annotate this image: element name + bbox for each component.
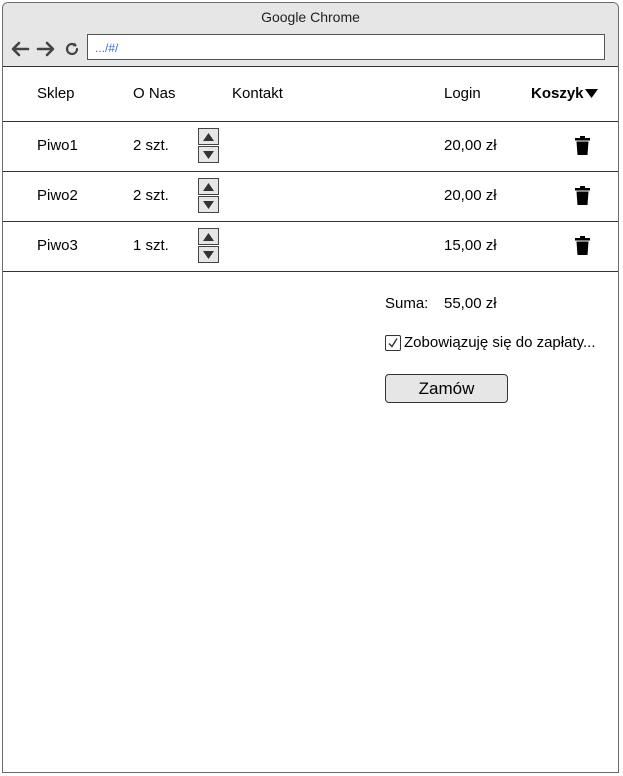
- agree-checkbox[interactable]: [385, 334, 401, 351]
- menu-item-shop[interactable]: Sklep: [37, 85, 75, 102]
- menu-item-login[interactable]: Login: [444, 85, 481, 102]
- browser-toolbar: .../#/: [3, 31, 618, 66]
- product-name: Piwo1: [37, 137, 78, 154]
- agree-label: Zobowiązuję się do zapłaty...: [404, 334, 596, 351]
- page-content: Sklep O Nas Kontakt Login Koszyk Piwo1 2…: [3, 66, 618, 272]
- increase-button[interactable]: [198, 128, 219, 145]
- decrease-button[interactable]: [198, 146, 219, 163]
- decrease-button[interactable]: [198, 196, 219, 213]
- sum-label: Suma:: [385, 295, 429, 312]
- forward-arrow-icon[interactable]: [35, 38, 57, 60]
- order-button[interactable]: Zamów: [385, 374, 508, 403]
- product-quantity: 2 szt.: [133, 137, 169, 154]
- menu-item-cart[interactable]: Koszyk: [531, 85, 598, 102]
- cart-row: Piwo1 2 szt. 20,00 zł: [3, 122, 618, 172]
- address-bar[interactable]: .../#/: [87, 34, 605, 60]
- cart-row: Piwo2 2 szt. 20,00 zł: [3, 172, 618, 222]
- increase-button[interactable]: [198, 228, 219, 245]
- trash-icon[interactable]: [575, 236, 590, 255]
- triangle-up-icon: [203, 232, 214, 241]
- product-quantity: 2 szt.: [133, 187, 169, 204]
- top-menu: Sklep O Nas Kontakt Login Koszyk: [3, 67, 618, 122]
- cart-label: Koszyk: [531, 85, 584, 102]
- sum-value: 55,00 zł: [444, 295, 497, 312]
- product-name: Piwo2: [37, 187, 78, 204]
- cart-row: Piwo3 1 szt. 15,00 zł: [3, 222, 618, 272]
- agree-checkbox-group: Zobowiązuję się do zapłaty...: [385, 334, 596, 351]
- triangle-up-icon: [203, 132, 214, 141]
- increase-button[interactable]: [198, 178, 219, 195]
- decrease-button[interactable]: [198, 246, 219, 263]
- quantity-stepper: [198, 228, 219, 263]
- triangle-up-icon: [203, 182, 214, 191]
- triangle-down-icon: [203, 150, 214, 159]
- product-price: 20,00 zł: [444, 137, 497, 154]
- product-quantity: 1 szt.: [133, 237, 169, 254]
- product-name: Piwo3: [37, 237, 78, 254]
- browser-window: Google Chrome .../#/ Sklep O Nas Kontakt…: [2, 2, 619, 773]
- triangle-down-icon: [203, 200, 214, 209]
- quantity-stepper: [198, 178, 219, 213]
- window-title: Google Chrome: [3, 3, 618, 31]
- trash-icon[interactable]: [575, 186, 590, 205]
- menu-item-contact[interactable]: Kontakt: [232, 85, 283, 102]
- quantity-stepper: [198, 128, 219, 163]
- product-price: 15,00 zł: [444, 237, 497, 254]
- product-price: 20,00 zł: [444, 187, 497, 204]
- trash-icon[interactable]: [575, 136, 590, 155]
- back-arrow-icon[interactable]: [9, 38, 31, 60]
- triangle-down-icon: [203, 250, 214, 259]
- checkmark-icon: [388, 337, 398, 348]
- reload-icon[interactable]: [61, 38, 83, 60]
- menu-item-about[interactable]: O Nas: [133, 85, 176, 102]
- dropdown-arrow-icon: [584, 89, 598, 98]
